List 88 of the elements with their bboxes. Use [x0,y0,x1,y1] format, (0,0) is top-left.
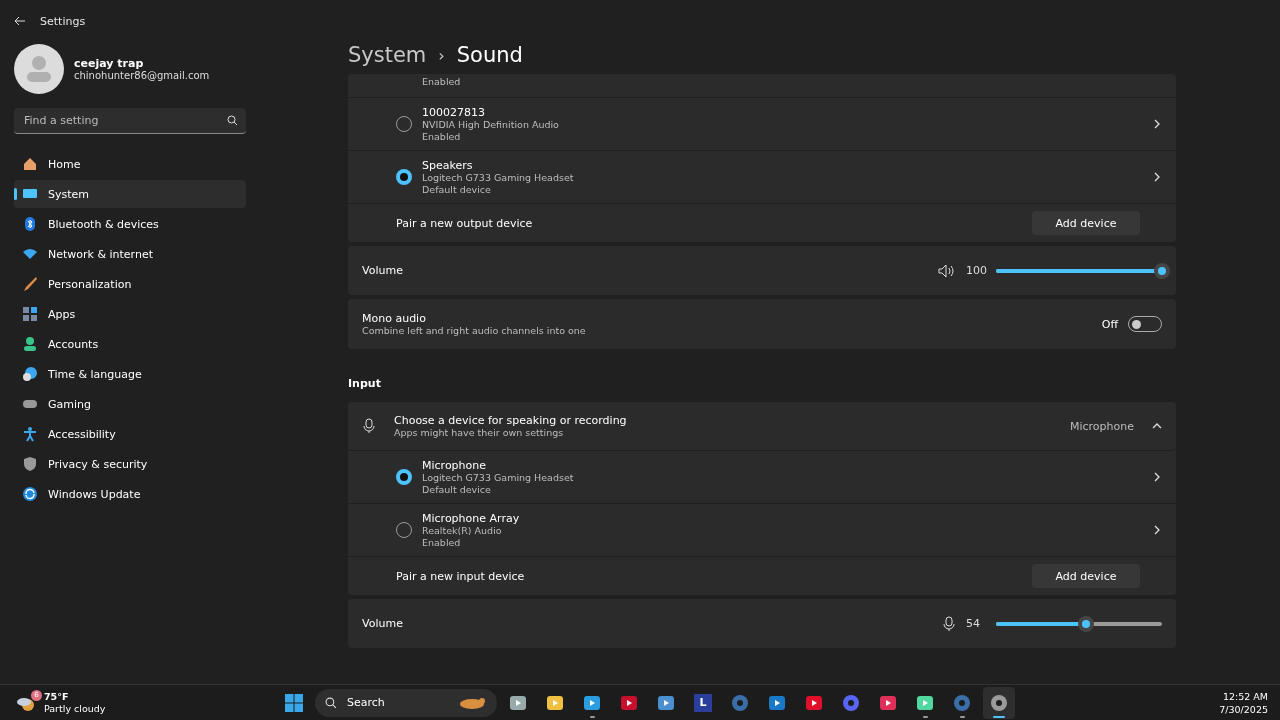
play-icon [805,693,823,712]
sidebar-item[interactable]: Gaming [14,390,246,418]
taskbar-app[interactable]: L [687,686,719,719]
slider-thumb[interactable] [1077,615,1094,632]
search-icon [227,115,238,126]
running-indicator [589,715,595,718]
device-detail: Realtek(R) Audio [422,524,503,537]
device-name: 100027813 [422,105,486,119]
temperature: 75°F [44,690,70,703]
speaker-icon [938,263,956,278]
taskbar-app[interactable] [983,686,1015,719]
device-detail: Logitech G733 Gaming Headset [422,471,575,484]
clock-date: 7/30/2025 [1219,702,1268,716]
bluetooth-icon [22,216,38,232]
taskbar-search[interactable]: Search [315,688,497,717]
sidebar-item[interactable]: Bluetooth & devices [14,210,246,238]
accessibility-icon [22,426,38,442]
volume-label: Volume [362,264,404,277]
search-icon [325,696,337,709]
wifi-icon [22,246,38,262]
account-name: ceejay trap [74,57,145,70]
sidebar-item[interactable]: Privacy & security [14,450,246,478]
search-field[interactable]: Find a setting [22,113,202,128]
add-device-button[interactable]: Add device [1032,564,1140,588]
selection-indicator [14,188,17,200]
device-detail: NVIDIA High Definition Audio [422,118,560,131]
add-device-button[interactable]: Add device [1032,211,1140,235]
volume-label: Volume [362,617,404,630]
radio-button[interactable] [396,169,412,185]
volume-reading: 100 [966,264,986,277]
sidebar-item[interactable]: Network & internet [14,240,246,268]
section-heading: Input [348,376,382,392]
toggle-state: Off [1101,317,1118,331]
sidebar-item[interactable]: Home [14,150,246,178]
volume-reading: 54 [966,617,981,630]
sidebar-item[interactable]: Accounts [14,330,246,358]
letter-app-icon: L [694,693,712,712]
device-status: Default device [422,483,492,496]
device-status: Enabled [422,75,462,88]
chevron-right-icon [1152,525,1162,535]
apps-icon [22,306,38,322]
refresh-icon [22,486,38,502]
setting-description: Combine left and right audio channels into one [362,324,587,337]
setting-title: Choose a device for speaking or recording [394,413,628,427]
running-indicator [993,715,1005,718]
setting-title: Mono audio [362,311,427,325]
sidebar-item[interactable]: Windows Update [14,480,246,508]
pair-label: Pair a new output device [396,216,533,230]
windows-logo-icon [284,692,304,713]
page-title: Sound [456,43,523,67]
search-box[interactable]: Find a setting [14,108,246,134]
running-indicator [922,715,928,718]
expand-toggle[interactable] [1152,421,1162,431]
microphone-icon [362,418,376,434]
device-name: Microphone Array [422,511,521,525]
person-silhouette-icon [26,55,52,83]
setting-description: Apps might have their own settings [394,426,565,439]
chevron-up-icon [1152,421,1162,431]
clock-time: 12:52 AM [1222,689,1268,703]
person-icon [22,336,38,352]
device-status: Default device [422,183,492,196]
chevron-right-icon [1152,119,1162,129]
pair-label: Pair a new input device [396,569,525,583]
breadcrumb-separator: › [438,45,445,65]
window-title: Settings [40,14,86,28]
slider-thumb[interactable] [1154,262,1170,279]
sidebar-item[interactable]: Time & language [14,360,246,388]
chevron-right-icon [1152,472,1162,482]
radio-button[interactable] [396,469,412,485]
sidebar-item[interactable]: Apps [14,300,246,328]
device-name: Speakers [422,158,474,172]
device-status: Enabled [422,536,462,549]
sidebar-item[interactable]: System [14,180,246,208]
microphone-icon [942,615,956,632]
device-detail: Logitech G733 Gaming Headset [422,171,575,184]
breadcrumb-parent[interactable]: System [348,43,427,67]
device-status: Enabled [422,130,462,143]
brush-icon [22,276,38,292]
sidebar-item[interactable]: Accessibility [14,420,246,448]
weather-condition: Partly cloudy [44,702,106,715]
selected-device: Microphone [1069,419,1134,433]
sidebar-item[interactable]: Personalization [14,270,246,298]
device-name: Microphone [422,458,488,472]
back-arrow-icon[interactable] [14,16,26,26]
chevron-right-icon [1152,172,1162,182]
account-email: chinohunter86@gmail.com [74,70,210,81]
running-indicator [959,715,965,718]
home-icon [22,156,38,172]
